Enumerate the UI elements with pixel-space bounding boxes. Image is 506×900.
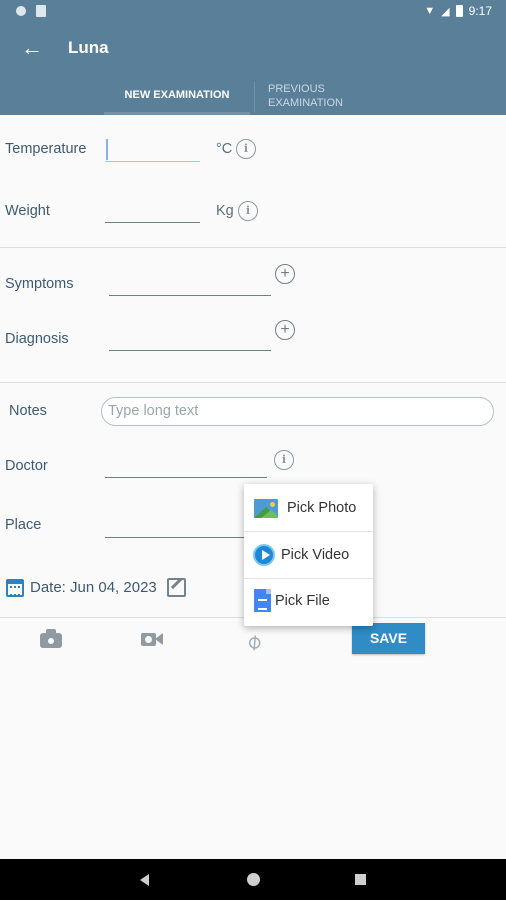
tab-previous-label-line1: PREVIOUS — [268, 83, 325, 95]
system-navigation-bar — [0, 859, 506, 900]
diagnosis-label: Diagnosis — [5, 331, 69, 347]
battery-icon — [455, 5, 463, 17]
menu-label-pick-file: Pick File — [275, 593, 330, 609]
weight-label: Weight — [5, 203, 50, 219]
play-icon — [253, 544, 275, 566]
edit-date-icon[interactable] — [166, 578, 186, 597]
tab-divider — [254, 82, 255, 112]
menu-label-pick-photo: Pick Photo — [287, 500, 357, 516]
menu-label-pick-video: Pick Video — [281, 547, 350, 563]
sd-card-icon — [36, 5, 46, 17]
tab-indicator — [104, 112, 250, 115]
tab-previous-label-line2: EXAMINATION — [268, 97, 343, 109]
weight-input[interactable] — [105, 222, 200, 223]
section-divider — [0, 382, 506, 383]
tab-previous-examination[interactable]: PREVIOUS EXAMINATION — [268, 82, 343, 110]
attachment-popup-menu: Pick Photo Pick Video Pick File — [244, 484, 373, 626]
place-label: Place — [5, 517, 42, 533]
menu-item-pick-file[interactable]: Pick File — [244, 578, 373, 625]
notification-icon — [16, 6, 26, 16]
section-divider — [0, 247, 506, 248]
diagnosis-input[interactable] — [109, 350, 271, 351]
doctor-info-icon[interactable]: i — [274, 450, 294, 470]
menu-item-pick-video[interactable]: Pick Video — [244, 531, 373, 578]
file-icon — [254, 589, 271, 612]
notes-input[interactable]: Type long text — [101, 397, 494, 426]
nav-back-icon[interactable] — [140, 874, 149, 886]
symptoms-input[interactable] — [109, 295, 271, 296]
weight-unit: Kg — [216, 203, 234, 219]
photo-icon — [254, 499, 278, 518]
doctor-label: Doctor — [5, 458, 48, 474]
add-diagnosis-icon[interactable]: + — [275, 320, 295, 340]
video-camera-icon[interactable] — [141, 628, 163, 650]
save-button[interactable]: SAVE — [352, 623, 425, 654]
weight-info-icon[interactable]: i — [238, 201, 258, 221]
date-text: Date: Jun 04, 2023 — [30, 579, 157, 596]
temperature-unit: °C — [216, 141, 233, 157]
camera-icon[interactable] — [40, 628, 62, 650]
symptoms-label: Symptoms — [5, 276, 74, 292]
nav-recents-icon[interactable] — [355, 874, 366, 885]
status-time: 9:17 — [468, 4, 492, 18]
nav-home-icon[interactable] — [247, 873, 260, 886]
doctor-input[interactable] — [105, 477, 267, 478]
menu-item-pick-photo[interactable]: Pick Photo — [244, 484, 373, 531]
place-input[interactable] — [105, 537, 250, 538]
app-header: ▼ ◢ 9:17 ← Luna NEW EXAMINATION PREVIOUS… — [0, 0, 506, 115]
temperature-label: Temperature — [5, 141, 87, 157]
temperature-info-icon[interactable]: i — [236, 139, 256, 159]
signal-icon: ◢ — [441, 5, 450, 18]
status-bar: ▼ ◢ 9:17 — [0, 0, 506, 24]
wifi-icon: ▼ — [424, 5, 436, 17]
attachment-icon[interactable]: ⌀ — [240, 624, 273, 656]
notes-label: Notes — [9, 403, 47, 419]
back-arrow-icon[interactable]: ← — [18, 34, 46, 62]
date-row[interactable]: Date: Jun 04, 2023 — [6, 578, 186, 597]
tab-new-examination-label: NEW EXAMINATION — [124, 89, 230, 101]
add-symptom-icon[interactable]: + — [275, 264, 295, 284]
calendar-icon — [6, 578, 24, 597]
page-title: Luna — [68, 38, 109, 57]
temperature-input[interactable] — [105, 161, 200, 162]
tab-new-examination[interactable]: NEW EXAMINATION — [112, 88, 242, 102]
text-cursor — [106, 139, 108, 160]
